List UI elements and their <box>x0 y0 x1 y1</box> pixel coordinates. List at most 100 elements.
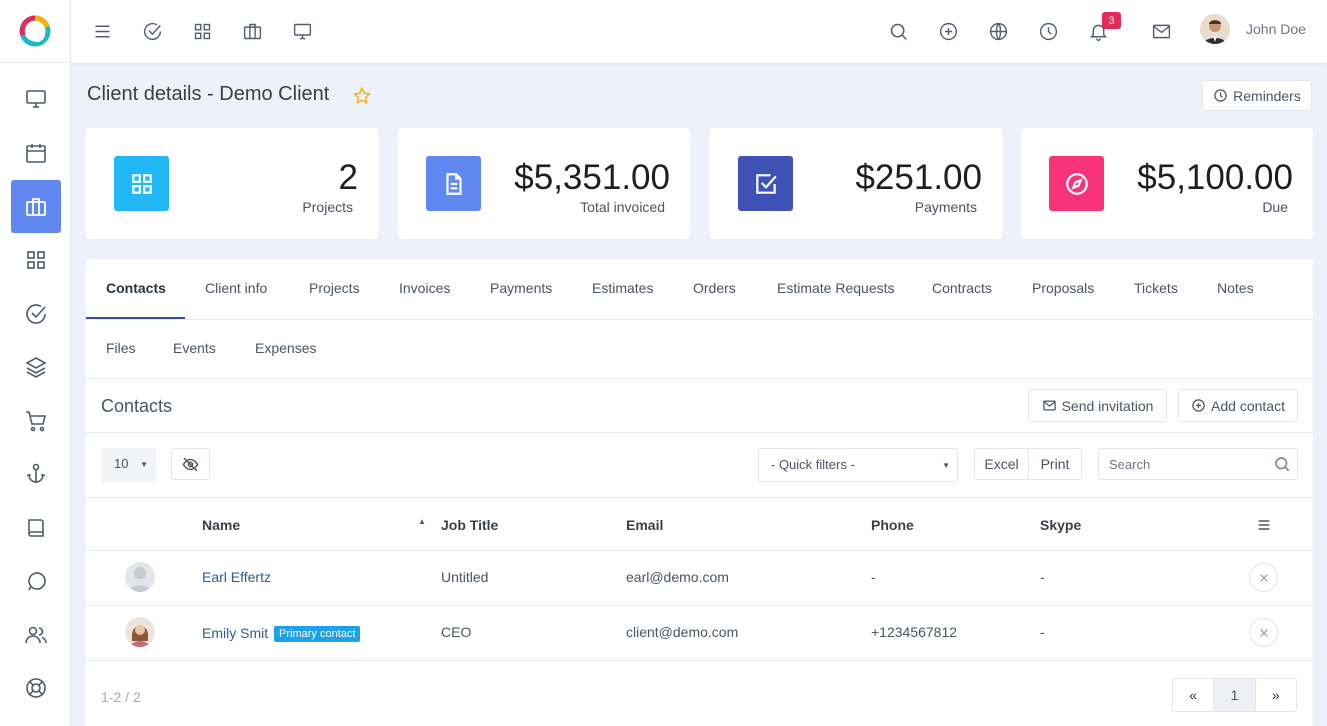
tab-files[interactable]: Files <box>106 340 136 356</box>
user-avatar[interactable] <box>1200 14 1230 44</box>
email-cell: earl@demo.com <box>626 569 729 585</box>
clock-icon[interactable] <box>1036 19 1060 43</box>
lifebuoy-icon <box>26 677 46 698</box>
toggle-columns-button[interactable] <box>171 448 210 480</box>
caret-down-icon: ▼ <box>140 460 148 469</box>
tab-invoices[interactable]: Invoices <box>399 280 450 296</box>
contact-name-link[interactable]: Earl Effertz <box>202 569 271 585</box>
calendar-icon <box>26 143 46 163</box>
app-logo[interactable] <box>0 0 70 63</box>
tab-expenses[interactable]: Expenses <box>255 340 316 356</box>
monitor-icon <box>26 89 46 108</box>
avatar <box>125 562 155 592</box>
stat-card-due[interactable]: $5,100.00 Due <box>1021 128 1313 239</box>
globe-icon[interactable] <box>986 19 1010 43</box>
tab-estimate-requests[interactable]: Estimate Requests <box>777 280 895 296</box>
stat-value: $5,100.00 <box>1137 158 1293 197</box>
contacts-header-divider <box>86 432 1313 433</box>
sidebar-item-events[interactable] <box>11 126 61 179</box>
grid-icon <box>114 156 169 211</box>
sidebar-item-knowledge-base[interactable] <box>11 501 61 554</box>
tab-tickets[interactable]: Tickets <box>1134 280 1178 296</box>
next-page-button[interactable]: » <box>1256 679 1296 711</box>
sidebar-item-projects[interactable] <box>11 233 61 286</box>
stat-card-payments[interactable]: $251.00 Payments <box>710 128 1002 239</box>
sidebar-item-tasks[interactable] <box>11 287 61 340</box>
tasks-shortcut-icon[interactable] <box>140 19 164 43</box>
email-cell: client@demo.com <box>626 624 739 640</box>
briefcase-shortcut-icon[interactable] <box>240 19 264 43</box>
add-contact-button[interactable]: Add contact <box>1178 389 1298 422</box>
user-name[interactable]: John Doe <box>1246 21 1306 37</box>
monitor-shortcut-icon[interactable] <box>290 19 314 43</box>
search-icon[interactable] <box>886 19 910 43</box>
tab-payments[interactable]: Payments <box>490 280 552 296</box>
column-header-phone[interactable]: Phone <box>871 517 914 533</box>
contact-name[interactable]: Emily Smit <box>202 625 268 641</box>
print-button[interactable]: Print <box>1028 448 1082 480</box>
sort-asc-icon[interactable]: ▲ <box>418 517 426 526</box>
stat-card-total-invoiced[interactable]: $5,351.00 Total invoiced <box>398 128 690 239</box>
column-header-skype[interactable]: Skype <box>1040 517 1081 533</box>
grid-icon <box>27 250 45 269</box>
stat-card-projects[interactable]: 2 Projects <box>86 128 378 239</box>
tab-contacts[interactable]: Contacts <box>106 280 166 296</box>
tab-projects[interactable]: Projects <box>309 280 360 296</box>
clock-icon <box>1214 89 1227 102</box>
send-invitation-label: Send invitation <box>1061 397 1154 414</box>
page-size-value: 10 <box>114 456 129 471</box>
contact-name-link[interactable]: Emily Smit Primary contact <box>202 625 361 642</box>
quick-filters-select[interactable]: - Quick filters - ▼ <box>758 448 958 482</box>
current-page-button[interactable]: 1 <box>1213 679 1256 711</box>
delete-row-button[interactable] <box>1249 563 1278 592</box>
column-header-name[interactable]: Name <box>202 517 240 533</box>
sidebar-item-team[interactable] <box>11 608 61 661</box>
tab-proposals[interactable]: Proposals <box>1032 280 1094 296</box>
tabs-bottom-divider <box>86 378 1313 379</box>
sidebar-item-anchor[interactable] <box>11 447 61 500</box>
menu-icon[interactable] <box>90 19 114 43</box>
skype-cell: - <box>1040 569 1045 585</box>
file-text-icon <box>426 156 481 211</box>
table-header-divider <box>86 550 1313 551</box>
skype-cell: - <box>1040 624 1045 640</box>
layers-icon <box>25 356 47 378</box>
add-circle-icon[interactable] <box>936 19 960 43</box>
sidebar-item-messages[interactable] <box>11 554 61 607</box>
sidebar-item-help[interactable] <box>11 661 61 714</box>
anchor-icon <box>27 463 45 483</box>
sidebar-item-dashboard[interactable] <box>11 72 61 125</box>
page-size-select[interactable]: 10 ▼ <box>101 448 156 482</box>
tabs-divider <box>86 319 1313 320</box>
sidebar-item-clients[interactable] <box>11 180 61 233</box>
send-invitation-button[interactable]: Send invitation <box>1028 389 1167 422</box>
tab-notes[interactable]: Notes <box>1217 280 1254 296</box>
favorite-star-icon[interactable] <box>352 86 372 106</box>
mail-icon[interactable] <box>1149 19 1173 43</box>
mail-icon <box>1042 400 1056 411</box>
excel-button[interactable]: Excel <box>974 448 1029 480</box>
prev-page-button[interactable]: « <box>1173 679 1213 711</box>
sidebar-item-sales[interactable] <box>11 394 61 447</box>
tab-events[interactable]: Events <box>173 340 216 356</box>
projects-shortcut-icon[interactable] <box>190 19 214 43</box>
briefcase-icon <box>26 197 46 216</box>
delete-row-button[interactable] <box>1249 618 1278 647</box>
stat-label: Total invoiced <box>580 199 665 215</box>
sidebar-item-leads[interactable] <box>11 340 61 393</box>
tab-client-info[interactable]: Client info <box>205 280 267 296</box>
column-menu-icon[interactable] <box>1256 517 1272 533</box>
toolbar-divider <box>86 497 1313 498</box>
tab-orders[interactable]: Orders <box>693 280 736 296</box>
stat-value: 2 <box>338 158 358 197</box>
check-square-icon <box>738 156 793 211</box>
job-title-cell: CEO <box>441 624 472 640</box>
reminders-button[interactable]: Reminders <box>1202 80 1312 111</box>
caret-down-icon: ▼ <box>942 461 950 470</box>
compass-icon <box>1049 156 1104 211</box>
tab-estimates[interactable]: Estimates <box>592 280 653 296</box>
search-input[interactable]: Search <box>1098 448 1298 480</box>
column-header-email[interactable]: Email <box>626 517 663 533</box>
tab-contracts[interactable]: Contracts <box>932 280 992 296</box>
column-header-job-title[interactable]: Job Title <box>441 517 498 533</box>
